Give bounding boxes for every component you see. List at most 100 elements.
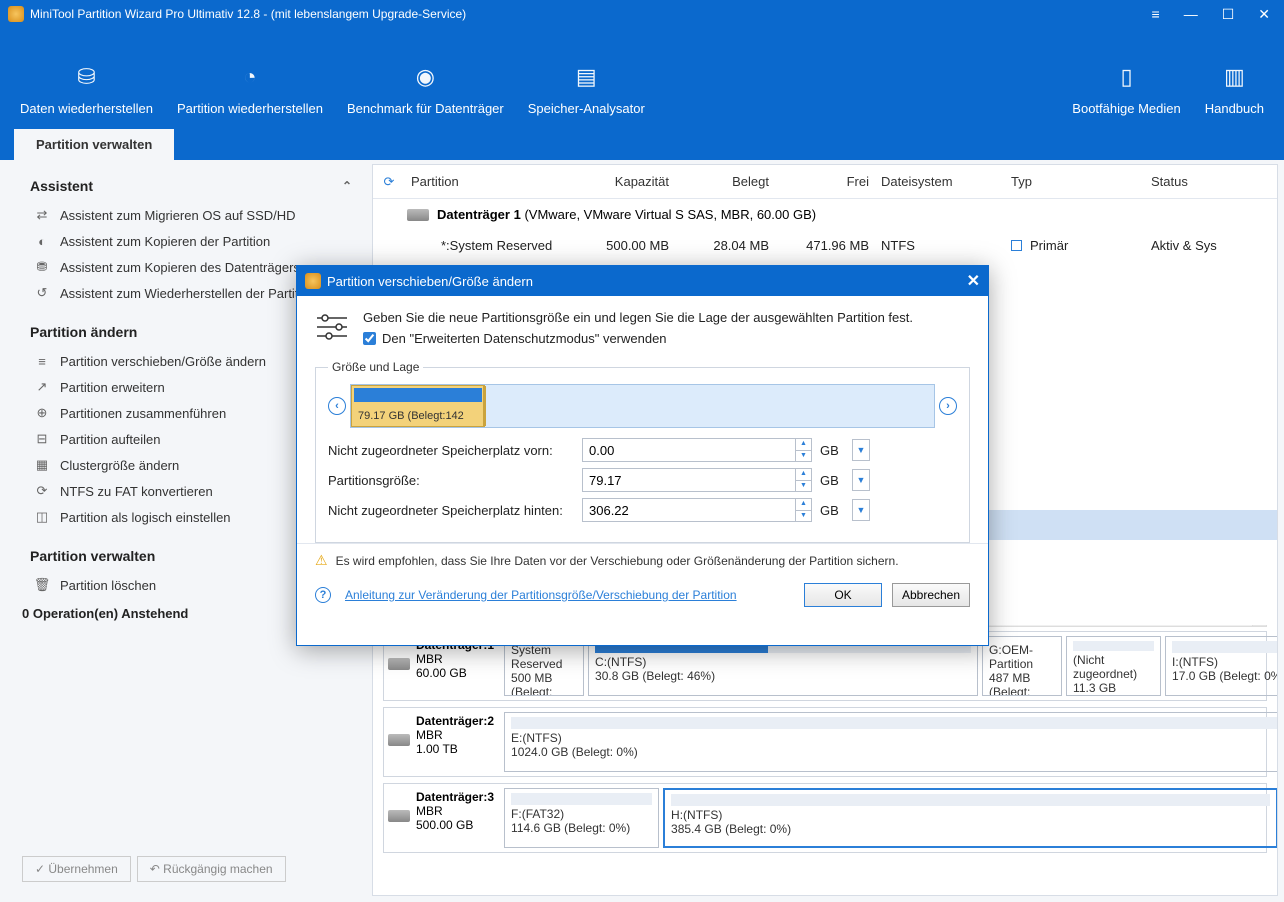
disk-bar-mbr: MBR — [416, 804, 443, 818]
cell-free: 471.96 MB — [775, 238, 875, 253]
disk-icon — [407, 209, 429, 221]
disk-bar-row[interactable]: Datenträger:3MBR500.00 GB F:(FAT32)114.6 … — [383, 783, 1267, 853]
fieldset-legend: Größe und Lage — [328, 360, 423, 374]
space-analyzer-button[interactable]: ▤ Speicher-Analysator — [516, 63, 657, 116]
restore-partition-label: Partition wiederherstellen — [177, 101, 323, 116]
sidebar-section-assistent[interactable]: Assistent ⌃ — [0, 172, 372, 202]
spinner[interactable]: ▲▼ — [796, 498, 812, 522]
menu-icon[interactable]: ≡ — [1146, 4, 1166, 25]
resize-handle[interactable] — [483, 386, 486, 426]
arrow-right-icon[interactable]: › — [939, 397, 957, 415]
undo-button[interactable]: ↶ Rückgängig machen — [137, 856, 286, 882]
spinner[interactable]: ▲▼ — [796, 468, 812, 492]
close-icon[interactable]: ✕ — [967, 271, 980, 291]
disk-icon — [388, 810, 410, 822]
item-label: Partition löschen — [60, 578, 156, 593]
partition-size-input[interactable] — [582, 468, 796, 492]
disk-bar-row[interactable]: Datenträger:2MBR1.00 TBE:(NTFS)1024.0 GB… — [383, 707, 1267, 777]
partition-segment[interactable]: G:OEM-Partition487 MB (Belegt: — [982, 636, 1062, 696]
ok-button[interactable]: OK — [804, 583, 882, 607]
item-label: Clustergröße ändern — [60, 458, 179, 473]
apply-button[interactable]: ✓ Übernehmen — [22, 856, 131, 882]
partition-segment[interactable]: I:(NTFS)17.0 GB (Belegt: 0%) — [1165, 636, 1277, 696]
disk-1-title[interactable]: Datenträger 1 (VMware, VMware Virtual S … — [373, 199, 1277, 230]
cluster-icon: ▦ — [34, 457, 50, 473]
partition-size-slider[interactable]: 79.17 GB (Belegt:142 — [350, 384, 935, 428]
col-status[interactable]: Status — [1145, 174, 1277, 189]
item-label: Partition als logisch einstellen — [60, 510, 231, 525]
protection-mode-checkbox[interactable] — [363, 332, 376, 345]
unit-dropdown[interactable]: ▼ — [852, 469, 870, 491]
col-type[interactable]: Typ — [1005, 174, 1145, 189]
partition-segment[interactable]: (Nicht zugeordnet)11.3 GB — [1066, 636, 1161, 696]
partition-segment[interactable]: F:(FAT32)114.6 GB (Belegt: 0%) — [504, 788, 659, 848]
restore-data-button[interactable]: ⛁ Daten wiederherstellen — [8, 63, 165, 116]
cancel-button[interactable]: Abbrechen — [892, 583, 970, 607]
sliders-icon — [315, 310, 349, 344]
col-used[interactable]: Belegt — [675, 174, 775, 189]
manual-button[interactable]: ▥ Handbuch — [1193, 63, 1276, 116]
restore-partition-button[interactable]: ◔ Partition wiederherstellen — [165, 63, 335, 116]
dialog-intro-text: Geben Sie die neue Partitionsgröße ein u… — [363, 310, 913, 325]
table-row[interactable]: *:System Reserved 500.00 MB 28.04 MB 471… — [373, 230, 1277, 260]
refresh-icon[interactable]: ⟳ — [373, 174, 405, 190]
close-icon[interactable]: ✕ — [1252, 4, 1276, 25]
item-label: Assistent zum Kopieren des Datenträgers — [60, 260, 300, 275]
convert-icon: ⟳ — [34, 483, 50, 499]
manual-label: Handbuch — [1205, 101, 1264, 116]
segment-name: (Nicht zugeordnet) — [1073, 653, 1154, 681]
minimize-icon[interactable]: — — [1178, 4, 1204, 25]
disk-1-name: Datenträger 1 — [437, 207, 521, 222]
col-partition[interactable]: Partition — [405, 174, 575, 189]
col-free[interactable]: Frei — [775, 174, 875, 189]
dialog-title: Partition verschieben/Größe ändern — [327, 274, 533, 289]
unit-dropdown[interactable]: ▼ — [852, 439, 870, 461]
item-label: Assistent zum Kopieren der Partition — [60, 234, 270, 249]
scroll-right-icon[interactable]: ▸ — [1252, 625, 1266, 626]
space-before-input[interactable] — [582, 438, 796, 462]
disk-bar-size: 1.00 TB — [416, 742, 458, 756]
restore-partition-icon: ◔ — [236, 63, 264, 91]
partition-segment[interactable]: E:(NTFS)1024.0 GB (Belegt: 0%) — [504, 712, 1277, 772]
used-block[interactable]: 79.17 GB (Belegt:142 — [351, 385, 485, 427]
item-label: Assistent zum Wiederherstellen der Parti… — [60, 286, 316, 301]
spinner[interactable]: ▲▼ — [796, 438, 812, 462]
disk-bar-mbr: MBR — [416, 652, 443, 666]
chevron-up-icon: ▲ — [796, 439, 811, 451]
usb-icon: ▯ — [1113, 63, 1141, 91]
segment-name: System Reserved — [511, 643, 577, 671]
sidebar-item-copy-partition[interactable]: ◐Assistent zum Kopieren der Partition — [0, 228, 372, 254]
merge-icon: ⊕ — [34, 405, 50, 421]
item-label: Assistent zum Migrieren OS auf SSD/HD — [60, 208, 296, 223]
size-label: Partitionsgröße: — [328, 473, 574, 488]
tab-partition-verwalten[interactable]: Partition verwalten — [14, 129, 174, 160]
col-capacity[interactable]: Kapazität — [575, 174, 675, 189]
app-icon — [305, 273, 321, 289]
warning-text: Es wird empfohlen, dass Sie Ihre Daten v… — [336, 554, 899, 568]
disk-bar-name: Datenträger:2 — [416, 714, 494, 728]
maximize-icon[interactable]: ☐ — [1216, 4, 1241, 25]
arrow-left-icon[interactable]: ‹ — [328, 397, 346, 415]
titlebar: MiniTool Partition Wizard Pro Ultimativ … — [0, 0, 1284, 28]
item-label: NTFS zu FAT konvertieren — [60, 484, 213, 499]
logical-icon: ◫ — [34, 509, 50, 525]
bootable-media-button[interactable]: ▯ Bootfähige Medien — [1060, 63, 1192, 116]
sidebar-item-migrate-os[interactable]: ⇄Assistent zum Migrieren OS auf SSD/HD — [0, 202, 372, 228]
apply-label: Übernehmen — [48, 862, 117, 876]
resize-dialog: Partition verschieben/Größe ändern ✕ Geb… — [296, 265, 989, 646]
col-fs[interactable]: Dateisystem — [875, 174, 1005, 189]
segment-detail: 487 MB (Belegt: — [989, 671, 1055, 696]
segment-detail: 385.4 GB (Belegt: 0%) — [671, 822, 1270, 836]
book-icon: ▥ — [1220, 63, 1248, 91]
help-icon[interactable]: ? — [315, 587, 331, 603]
segment-detail: 114.6 GB (Belegt: 0%) — [511, 821, 652, 835]
unit-dropdown[interactable]: ▼ — [852, 499, 870, 521]
partition-segment[interactable]: H:(NTFS)385.4 GB (Belegt: 0%) — [663, 788, 1277, 848]
disk-icon — [388, 734, 410, 746]
benchmark-button[interactable]: ◉ Benchmark für Datenträger — [335, 63, 516, 116]
help-link[interactable]: Anleitung zur Veränderung der Partitions… — [345, 588, 737, 602]
disk-bar-name: Datenträger:3 — [416, 790, 494, 804]
disk-bar-size: 500.00 GB — [416, 818, 473, 832]
split-icon: ⊟ — [34, 431, 50, 447]
space-after-input[interactable] — [582, 498, 796, 522]
